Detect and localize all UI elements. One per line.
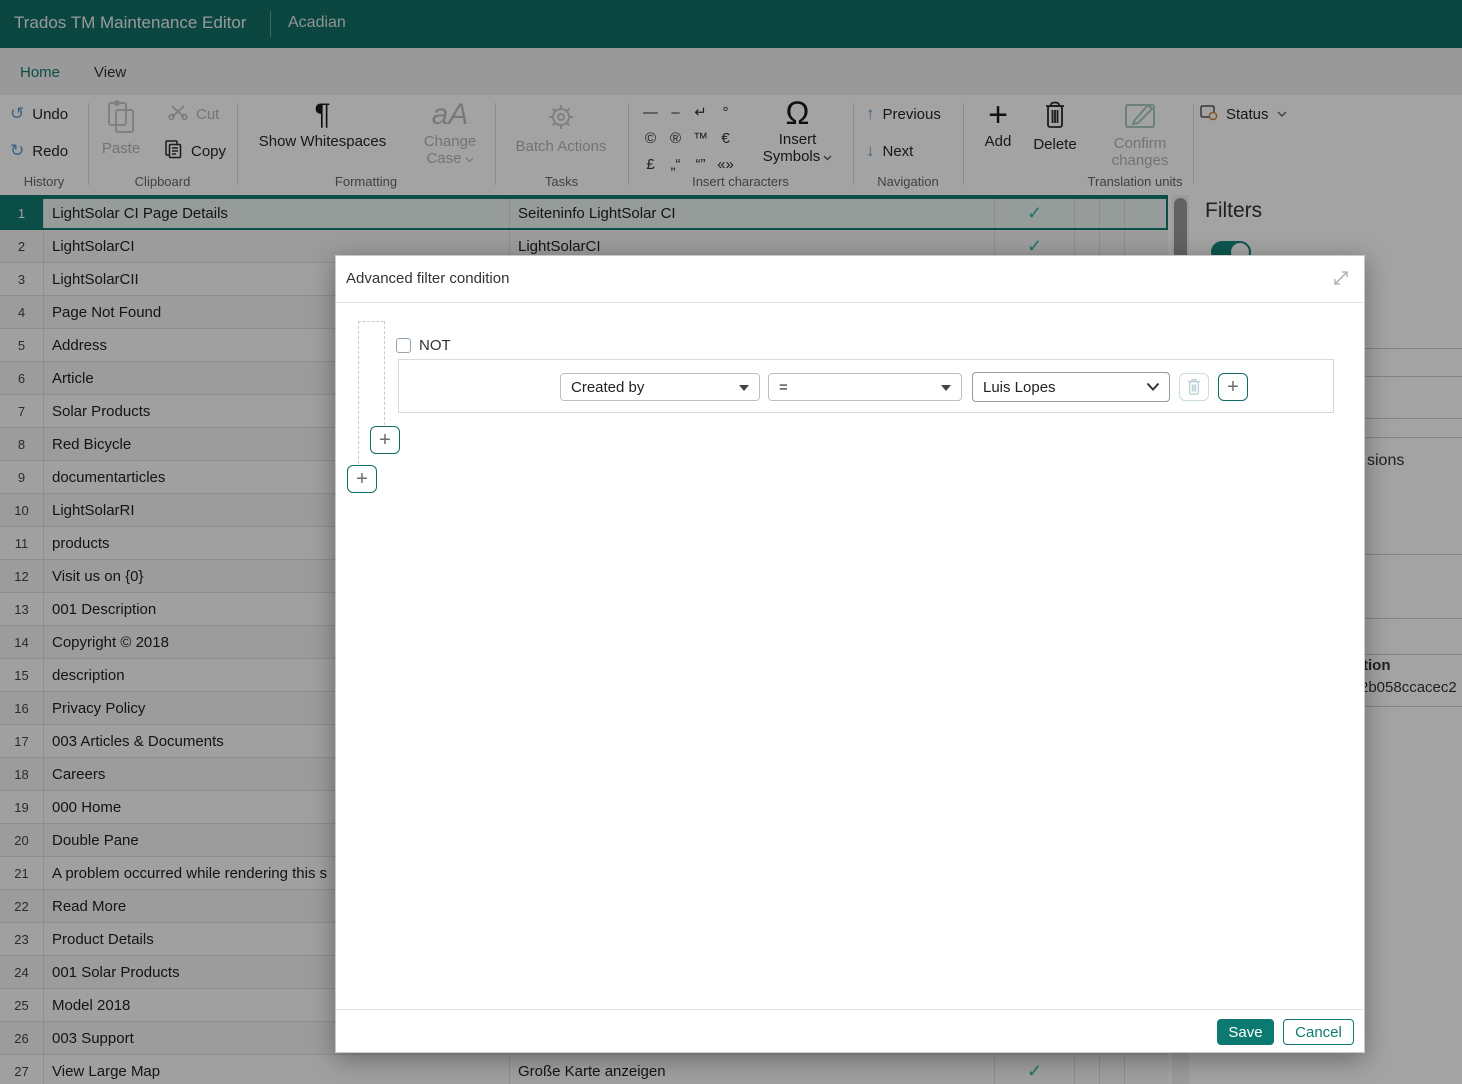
cancel-button[interactable]: Cancel xyxy=(1283,1019,1354,1045)
caret-down-icon xyxy=(739,385,749,391)
resize-icon[interactable] xyxy=(1331,268,1351,288)
not-label: NOT xyxy=(419,337,451,354)
chevron-down-icon xyxy=(1146,382,1160,391)
field-dropdown[interactable]: Created by xyxy=(560,373,760,401)
value-select[interactable]: Luis Lopes xyxy=(972,372,1170,402)
delete-condition-button[interactable] xyxy=(1179,373,1209,401)
caret-down-icon xyxy=(941,385,951,391)
add-condition-to-group-button[interactable]: + xyxy=(370,426,400,454)
plus-icon: + xyxy=(356,468,368,490)
tree-connector xyxy=(358,321,384,322)
not-checkbox[interactable] xyxy=(396,338,411,353)
operator-dropdown[interactable]: = xyxy=(768,373,962,401)
dialog-footer-divider xyxy=(336,1009,1364,1010)
tree-connector xyxy=(384,321,385,440)
dialog-title: Advanced filter condition xyxy=(346,270,510,287)
plus-icon: + xyxy=(379,429,391,451)
dialog-header-divider xyxy=(336,302,1364,303)
condition-row: Created by = Luis Lopes + xyxy=(398,359,1334,413)
advanced-filter-dialog: Advanced filter condition NOT Created by… xyxy=(335,255,1365,1053)
operator-value: = xyxy=(779,378,788,396)
not-group: NOT xyxy=(396,337,451,354)
field-value: Created by xyxy=(571,378,645,396)
tree-connector xyxy=(358,321,359,479)
app-window: Trados TM Maintenance Editor Acadian Hom… xyxy=(0,0,1462,1084)
save-button[interactable]: Save xyxy=(1217,1019,1274,1045)
value-text: Luis Lopes xyxy=(983,378,1056,396)
plus-icon: + xyxy=(1227,376,1239,398)
add-group-button[interactable]: + xyxy=(347,465,377,493)
add-condition-button[interactable]: + xyxy=(1218,373,1248,401)
